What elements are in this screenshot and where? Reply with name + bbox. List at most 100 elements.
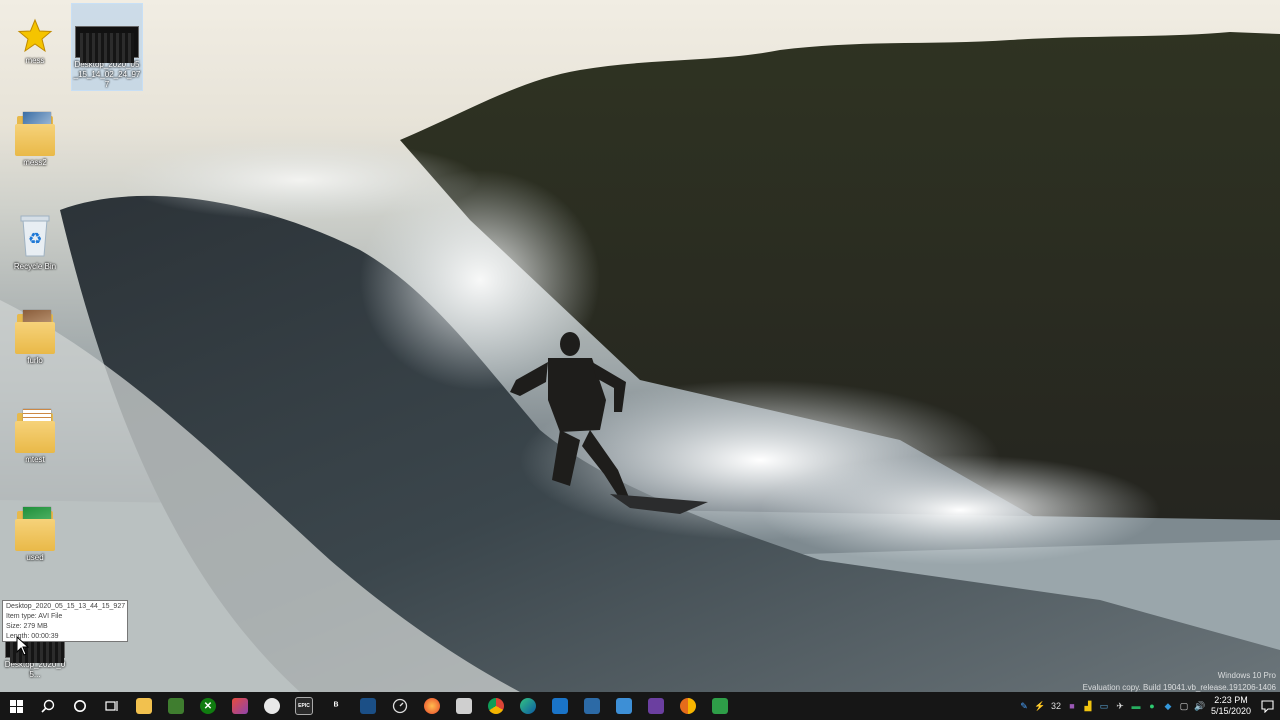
pin-icon: ✈ [1116, 700, 1124, 711]
gamepad-icon [232, 698, 248, 714]
speedometer-icon [392, 698, 408, 714]
app-grid-icon [168, 698, 184, 714]
clock-time: 2:23 PM [1214, 695, 1248, 705]
notification-icon [1260, 699, 1274, 713]
svg-text:♻: ♻ [28, 229, 42, 248]
desktop-icon-mess2[interactable]: mess2 [0, 110, 70, 168]
search-button[interactable] [32, 692, 64, 720]
windows-logo-icon [9, 699, 23, 713]
leaf-icon: ● [1149, 701, 1155, 711]
desktop-icon-video-selected[interactable]: Desktop_2020_05_15_14_02_24_977 [71, 3, 143, 91]
desktop-icon-label: used [26, 553, 44, 562]
search-icon [41, 699, 55, 713]
square-icon: ■ [1069, 701, 1075, 711]
lightning-icon: ⚡ [1034, 700, 1046, 711]
obs-icon [648, 698, 664, 714]
mouse-cursor-icon [16, 636, 30, 656]
pen-icon: ✎ [1020, 700, 1028, 711]
taskbar-app-epic[interactable]: EPIC [288, 692, 320, 720]
desktop-icon-used[interactable]: used [0, 505, 70, 563]
tray-app-7[interactable]: ✈ [1112, 692, 1128, 720]
taskbar-app-21[interactable] [704, 692, 736, 720]
taskbar-app-7[interactable]: ᴮ [320, 692, 352, 720]
recycle-bin-icon: ♻ [20, 215, 50, 257]
folder-icon [15, 308, 55, 354]
windows-watermark: Windows 10 Pro Evaluation copy. Build 19… [1083, 670, 1276, 694]
desktop-icon-label: mess [25, 56, 45, 65]
system-tray: ✎ ⚡ 32 ■ ▟ ▭ ✈ ▬ ● ◆ ▢ 🔊 2:23 PM 5/15/20… [1016, 692, 1280, 720]
b-letter-icon: ᴮ [328, 698, 344, 714]
taskbar-app-2[interactable] [160, 692, 192, 720]
monitor-icon [616, 698, 632, 714]
sheet-icon [712, 698, 728, 714]
desktop-icon-mess[interactable]: mess [0, 18, 70, 66]
taskbar-app-17[interactable] [576, 692, 608, 720]
firefox-icon [424, 698, 440, 714]
taskbar-clock[interactable]: 2:23 PM 5/15/2020 [1208, 695, 1254, 717]
tray-number-badge[interactable]: 32 [1048, 692, 1064, 720]
desktop-icon-label: mess2 [23, 158, 47, 167]
volume-button[interactable]: 🔊 [1192, 692, 1208, 720]
taskbar-app-chrome[interactable] [480, 692, 512, 720]
desktop-icon-mtest[interactable]: mtest [0, 407, 70, 465]
taskbar-app-chrome-canary[interactable] [672, 692, 704, 720]
grid-app-icon [584, 698, 600, 714]
taskbar-app-steam[interactable] [352, 692, 384, 720]
desktop-icon-furlo[interactable]: furlo [0, 308, 70, 366]
task-view-button[interactable] [96, 692, 128, 720]
tooltip-item-type: Item type: AVI File [6, 613, 63, 620]
taskbar-app-store[interactable] [448, 692, 480, 720]
taskbar-app-edge[interactable] [512, 692, 544, 720]
desktop-icon-label: Desktop_2020_05_15_14_02_24_977 [73, 60, 141, 89]
desktop-icon-label: mtest [25, 455, 45, 464]
tooltip-file-name: Desktop_2020_05_15_13_44_15_927 [6, 603, 126, 610]
xbox-icon: ✕ [200, 698, 216, 714]
taskbar-app-5[interactable] [256, 692, 288, 720]
taskbar: ✕ EPIC ᴮ ✎ ⚡ 32 ■ ▟ ▭ ✈ ▬ ● ◆ ▢ 🔊 2:23 P… [0, 692, 1280, 720]
epic-games-icon: EPIC [295, 697, 313, 715]
desktop-wallpaper [0, 0, 1280, 692]
taskbar-app-calculator[interactable] [544, 692, 576, 720]
desktop-icon-label: furlo [27, 356, 43, 365]
desktop-icon-label: Recycle Bin [13, 262, 57, 271]
network-icon[interactable]: ▢ [1176, 692, 1192, 720]
tooltip-size: Size: 279 MB [6, 623, 48, 630]
tray-app-2[interactable]: ⚡ [1032, 692, 1048, 720]
tray-app-5[interactable]: ▟ [1080, 692, 1096, 720]
taskbar-app-4[interactable] [224, 692, 256, 720]
chrome-icon [488, 698, 504, 714]
cloud-icon: ◆ [1164, 700, 1172, 711]
taskbar-app-18[interactable] [608, 692, 640, 720]
folder-icon [15, 110, 55, 156]
taskbar-app-obs[interactable] [640, 692, 672, 720]
taskbar-app-file-explorer[interactable] [128, 692, 160, 720]
tray-app-4[interactable]: ■ [1064, 692, 1080, 720]
taskbar-app-xbox[interactable]: ✕ [192, 692, 224, 720]
cortana-button[interactable] [64, 692, 96, 720]
action-center-button[interactable] [1254, 692, 1280, 720]
steam-icon [360, 698, 376, 714]
tray-app-6[interactable]: ▭ [1096, 692, 1112, 720]
folder-icon [136, 698, 152, 714]
paint-icon [264, 698, 280, 714]
video-thumbnail-icon [75, 26, 139, 63]
tray-app-10[interactable]: ◆ [1160, 692, 1176, 720]
start-button[interactable] [0, 692, 32, 720]
speaker-icon: 🔊 [1194, 700, 1206, 711]
surf-wallpaper-image [0, 32, 1280, 692]
desktop-icon-recycle-bin[interactable]: ♻ Recycle Bin [0, 210, 70, 272]
ethernet-icon: ▢ [1179, 700, 1189, 711]
taskbar-app-speedtest[interactable] [384, 692, 416, 720]
folder-icon [15, 505, 55, 551]
monitor-icon: ▭ [1099, 700, 1109, 711]
chart-icon: ▟ [1084, 700, 1092, 711]
taskbar-app-firefox[interactable] [416, 692, 448, 720]
cortana-circle-icon [74, 700, 86, 712]
star-icon [17, 18, 53, 53]
tray-app-8[interactable]: ▬ [1128, 692, 1144, 720]
chrome-canary-icon [680, 698, 696, 714]
tray-app-1[interactable]: ✎ [1016, 692, 1032, 720]
desktop-icon-label: Desktop_2020_05... [4, 660, 66, 679]
tray-app-9[interactable]: ● [1144, 692, 1160, 720]
edge-icon [520, 698, 536, 714]
